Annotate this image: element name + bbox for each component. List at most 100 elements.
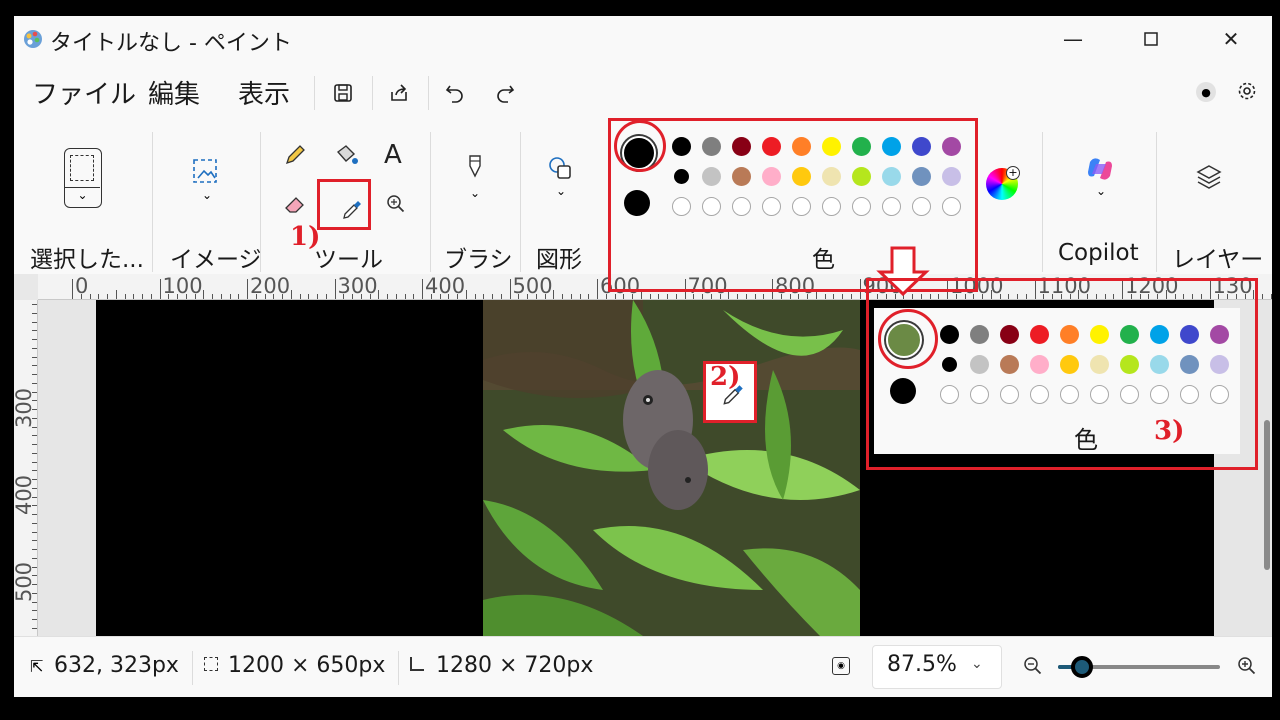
empty-custom-swatch[interactable]: [1000, 385, 1019, 404]
menu-divider: [314, 76, 315, 110]
empty-custom-swatch[interactable]: [1090, 385, 1109, 404]
settings-button[interactable]: [1234, 78, 1260, 104]
palette-swatch[interactable]: [1210, 325, 1229, 344]
close-button[interactable]: ✕: [1192, 16, 1270, 62]
canvas-size-icon: [410, 657, 424, 671]
empty-custom-swatch[interactable]: [1030, 385, 1049, 404]
empty-custom-swatch[interactable]: [940, 385, 959, 404]
empty-custom-swatch[interactable]: [1210, 385, 1229, 404]
palette-swatch[interactable]: [1000, 325, 1019, 344]
shapes-button[interactable]: ⌄: [546, 154, 576, 204]
zoom-out-button[interactable]: [1022, 655, 1044, 677]
palette-swatch[interactable]: [1180, 355, 1199, 374]
ruler-label: 400: [14, 474, 37, 516]
zoom-dropdown[interactable]: 87.5% ⌄: [872, 645, 1002, 689]
user-icon: ●: [1201, 85, 1211, 99]
palette-swatch[interactable]: [1150, 325, 1169, 344]
palette-swatch[interactable]: [1090, 355, 1109, 374]
ruler-tick: [32, 347, 37, 349]
palette-swatch[interactable]: [940, 325, 959, 344]
zoom-out-icon: [1024, 657, 1042, 675]
tools-group-label: ツール: [314, 247, 383, 273]
ruler-tick: [159, 279, 161, 299]
brush-icon: [469, 155, 481, 178]
annotation-label-1: 1): [290, 222, 321, 252]
empty-custom-swatch[interactable]: [1150, 385, 1169, 404]
ruler-tick: [32, 382, 37, 384]
ruler-tick: [89, 294, 91, 299]
magnifier-icon: [387, 195, 405, 213]
ruler-tick: [32, 304, 37, 305]
shapes-icon: [549, 157, 571, 179]
ruler-tick: [395, 294, 397, 299]
text-tool[interactable]: A: [384, 140, 402, 170]
menu-file[interactable]: ファイル: [32, 74, 136, 111]
eraser-tool[interactable]: [282, 192, 308, 216]
ruler-tick: [32, 435, 37, 437]
account-button[interactable]: ●: [1196, 82, 1216, 102]
palette-swatch[interactable]: [1120, 325, 1139, 344]
palette-swatch[interactable]: [970, 325, 989, 344]
menu-view[interactable]: 表示: [238, 74, 290, 111]
pencil-tool[interactable]: [282, 142, 308, 168]
empty-custom-swatch[interactable]: [970, 385, 989, 404]
palette-swatch[interactable]: [1060, 355, 1079, 374]
selection-size-icon: [204, 657, 218, 671]
menu-edit[interactable]: 編集: [148, 74, 200, 111]
palette-swatch[interactable]: [1030, 325, 1049, 344]
plus-icon: +: [1006, 166, 1020, 180]
palette-swatch[interactable]: [970, 355, 989, 374]
palette-swatch[interactable]: [1120, 355, 1139, 374]
selection-button[interactable]: ⌄: [64, 148, 102, 208]
minimize-button[interactable]: —: [1034, 16, 1112, 62]
ruler-tick: [404, 294, 406, 299]
ruler-tick: [1262, 294, 1263, 299]
ruler-tick: [465, 290, 467, 299]
redo-button[interactable]: [488, 78, 522, 108]
palette-swatch[interactable]: [1000, 355, 1019, 374]
maximize-button[interactable]: [1112, 16, 1190, 62]
layers-button[interactable]: [1194, 162, 1224, 192]
title-bar: タイトルなし - ペイント — ✕: [14, 16, 1272, 66]
copilot-button[interactable]: ⌄: [1084, 154, 1118, 206]
ruler-tick: [212, 294, 213, 299]
ruler-tick: [317, 294, 318, 299]
ruler-tick: [833, 294, 835, 299]
ruler-tick: [1270, 294, 1272, 299]
palette-swatch[interactable]: [1090, 325, 1109, 344]
palette-swatch[interactable]: [1060, 325, 1079, 344]
palette-swatch[interactable]: [1150, 355, 1169, 374]
edit-colors-button[interactable]: +: [986, 166, 1020, 202]
empty-custom-swatch[interactable]: [1060, 385, 1079, 404]
empty-custom-swatch[interactable]: [1180, 385, 1199, 404]
secondary-color-swatch[interactable]: [890, 378, 916, 404]
fit-to-window-button[interactable]: ◉: [832, 657, 850, 675]
zoom-slider-thumb[interactable]: [1071, 656, 1094, 678]
zoom-in-button[interactable]: [1236, 655, 1258, 677]
palette-swatch[interactable]: [1030, 355, 1049, 374]
ruler-tick: [32, 321, 37, 323]
minimize-icon: —: [1063, 27, 1083, 51]
zoom-slider[interactable]: [1058, 656, 1220, 678]
status-bar: ⇱ 632, 323px 1200 × 650px 1280 × 720px ◉…: [14, 636, 1272, 697]
palette-swatch[interactable]: [942, 357, 957, 372]
maximize-icon: [1144, 32, 1158, 46]
vertical-scrollbar[interactable]: [1264, 308, 1270, 636]
zoom-in-icon: [1238, 657, 1256, 675]
empty-custom-swatch[interactable]: [1120, 385, 1139, 404]
share-button[interactable]: [382, 78, 416, 108]
image-button[interactable]: ⌄: [190, 154, 224, 204]
magnifier-tool[interactable]: [384, 192, 408, 216]
chevron-down-icon: ⌄: [971, 656, 983, 672]
fill-tool[interactable]: [332, 142, 360, 168]
ruler-tick: [378, 290, 380, 299]
pencil-icon: [285, 145, 305, 165]
brush-button[interactable]: ⌄: [462, 152, 488, 202]
brush-group-label: ブラシ: [444, 247, 513, 273]
palette-swatch[interactable]: [1210, 355, 1229, 374]
undo-button[interactable]: [438, 78, 472, 108]
ruler-tick: [32, 470, 37, 472]
save-button[interactable]: [326, 78, 360, 108]
scrollbar-thumb[interactable]: [1264, 420, 1270, 570]
palette-swatch[interactable]: [1180, 325, 1199, 344]
